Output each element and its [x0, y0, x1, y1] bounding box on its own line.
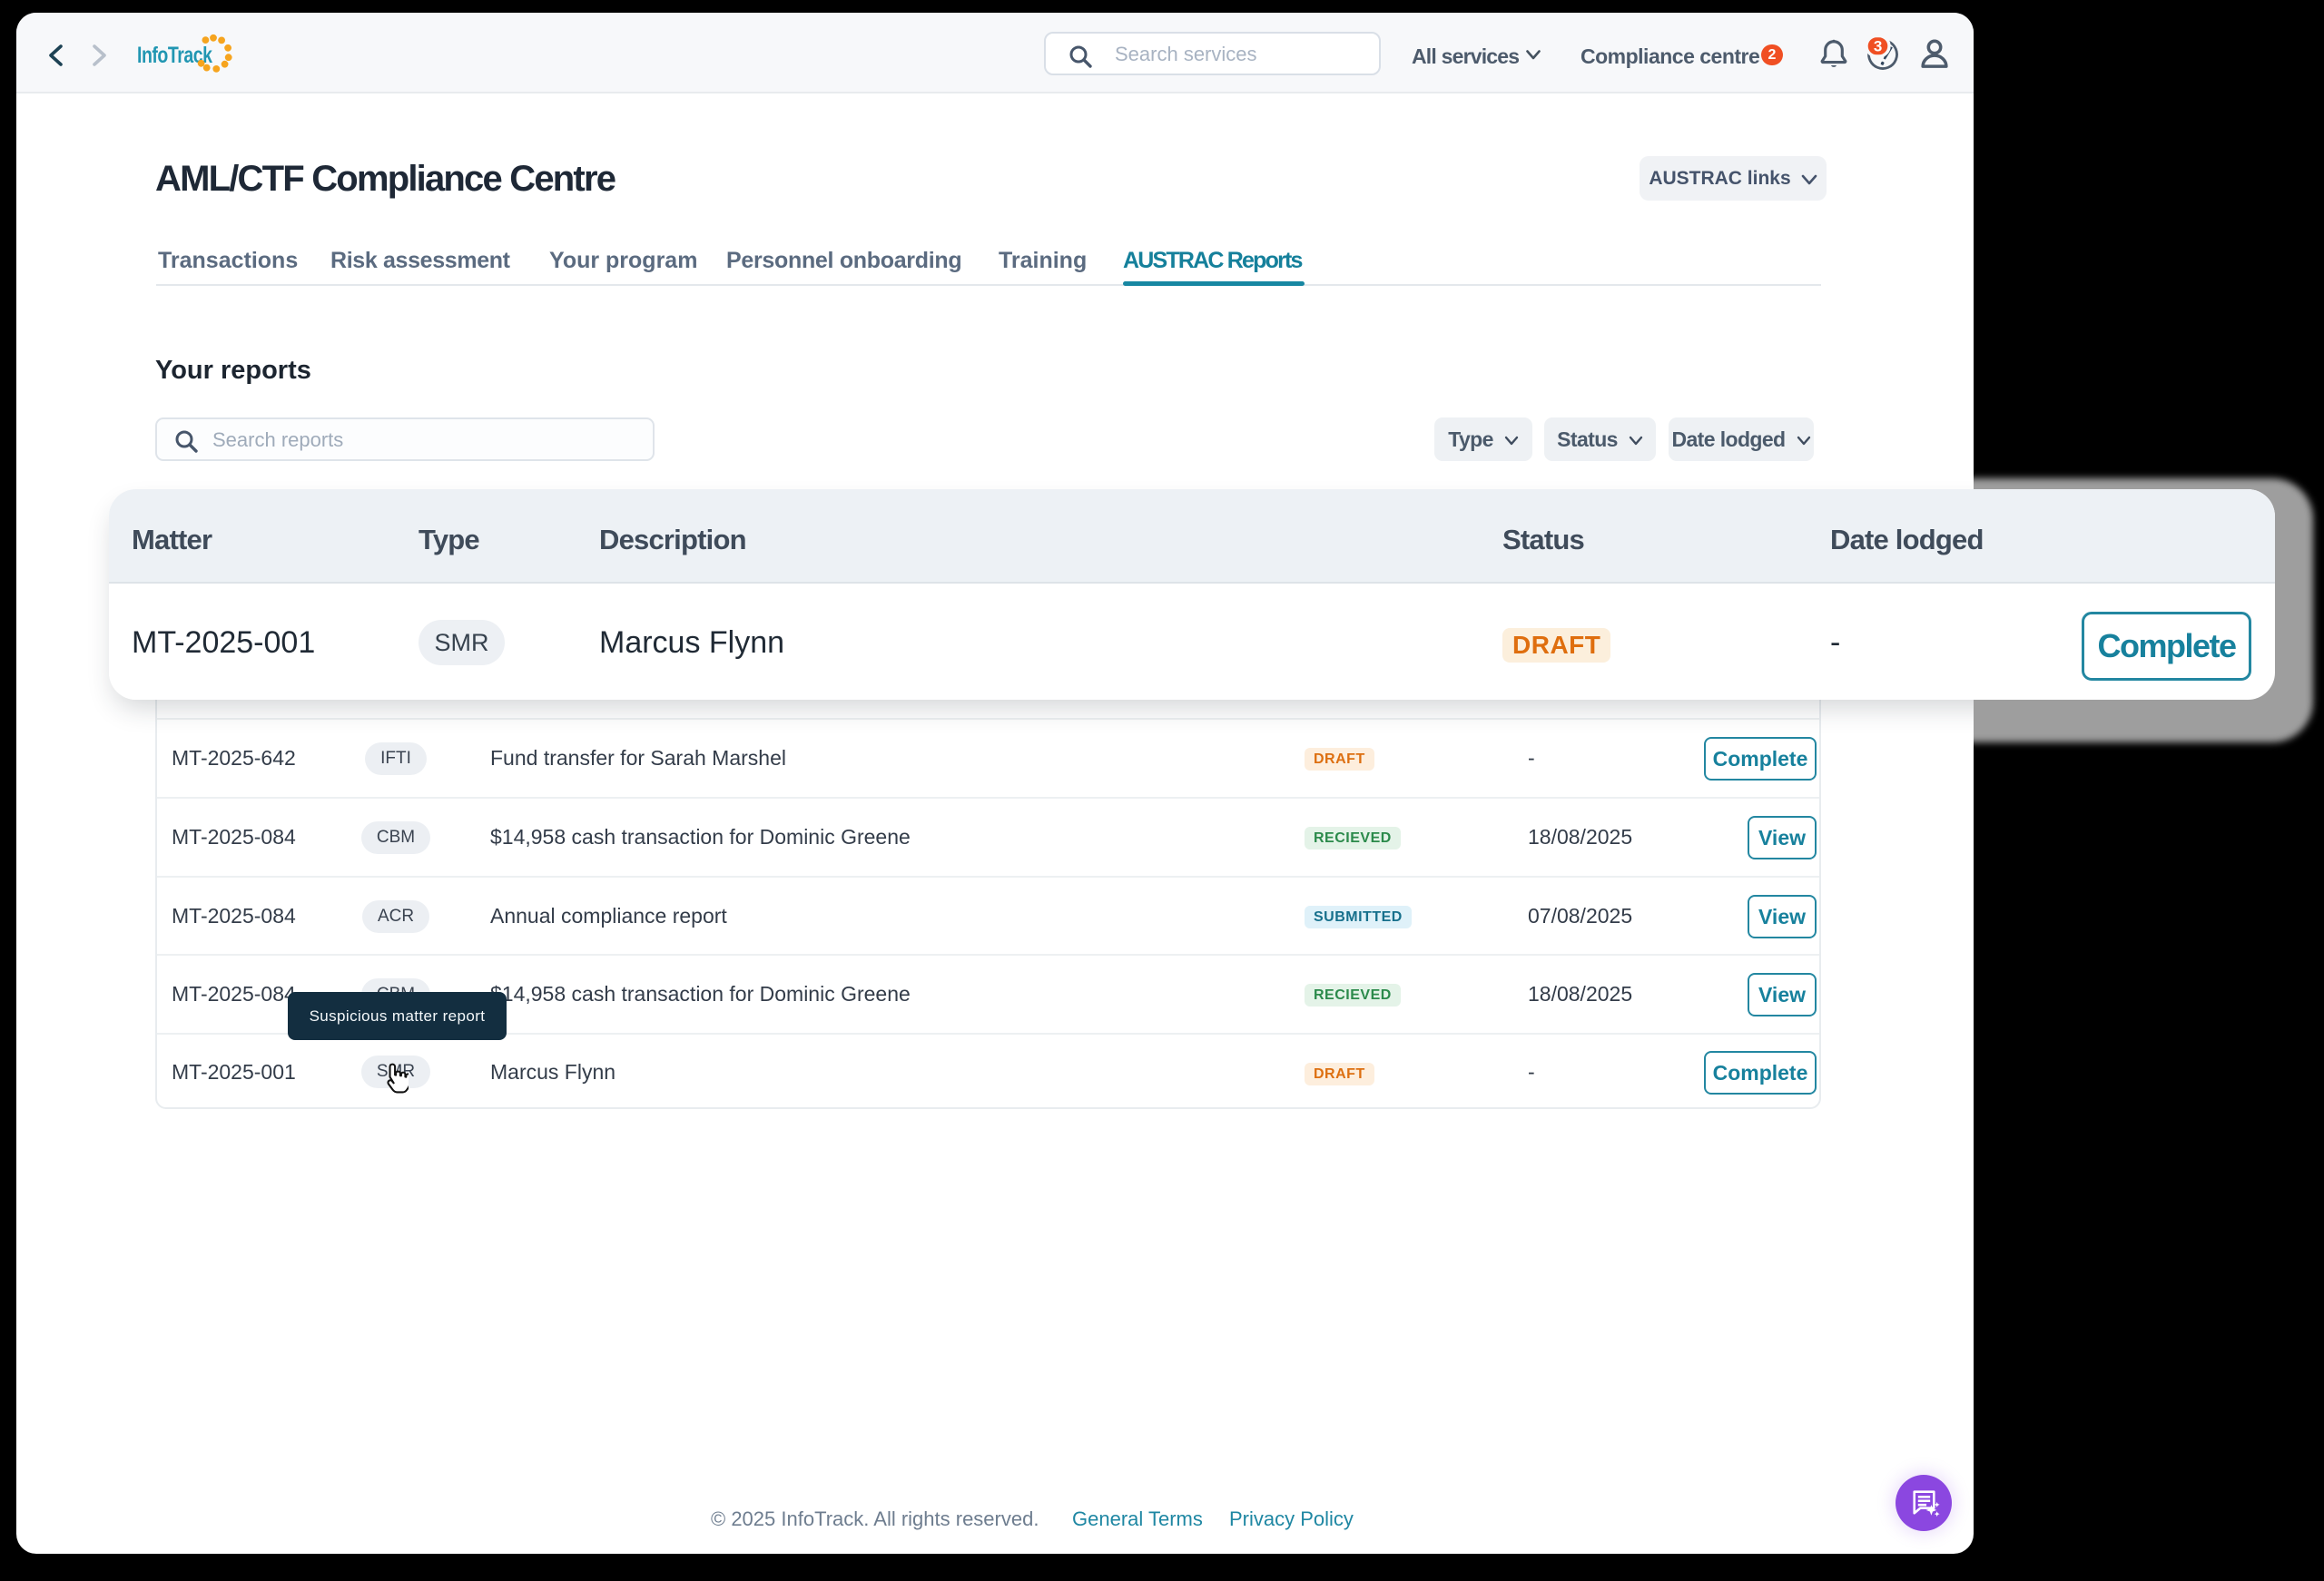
- svg-text:3: 3: [1874, 38, 1882, 55]
